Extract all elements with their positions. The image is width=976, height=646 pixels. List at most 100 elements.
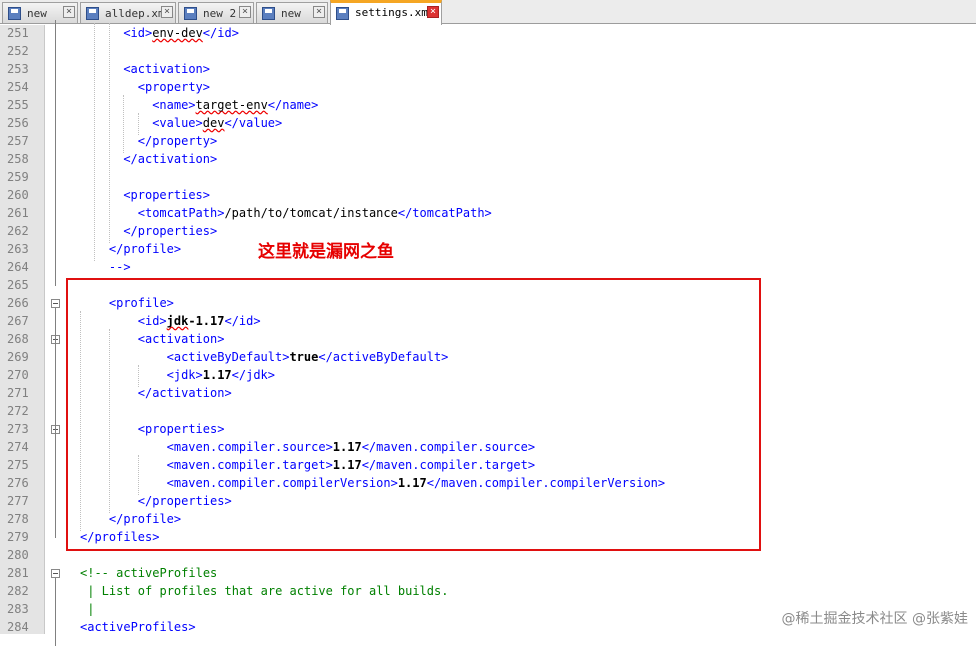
tab-4[interactable]: settings.xml × (330, 0, 442, 25)
fold-connector (55, 308, 56, 538)
highlight-box (66, 278, 761, 551)
tab-label: new (27, 7, 47, 20)
line-number: 261 (7, 206, 29, 220)
line-number: 253 (7, 62, 29, 76)
code-line[interactable]: 259 (0, 169, 976, 187)
line-number: 259 (7, 170, 29, 184)
line-number: 275 (7, 458, 29, 472)
close-tab-icon[interactable]: × (427, 6, 439, 18)
line-number: 277 (7, 494, 29, 508)
line-number: 251 (7, 26, 29, 40)
watermark-text: @稀土掘金技术社区 @张紫娃 (781, 611, 968, 627)
code-line[interactable]: 262 </properties> (0, 223, 976, 241)
xml-tag: </value> (224, 116, 283, 130)
tab-bar: new × alldep.xml × new 2 × new × settings.xml × (0, 0, 976, 25)
xml-tag: <properties> (123, 188, 211, 202)
close-tab-icon[interactable]: × (239, 6, 251, 18)
tab-label: new 2 (203, 7, 237, 20)
line-number: 280 (7, 548, 29, 562)
line-number: 265 (7, 278, 29, 292)
xml-value: target-env (195, 98, 268, 112)
tab-2[interactable]: new 2 × (178, 2, 254, 23)
line-number: 278 (7, 512, 29, 526)
code-text: <activeProfiles> (80, 620, 196, 634)
tab-1[interactable]: alldep.xml × (80, 2, 176, 23)
line-number: 262 (7, 224, 29, 238)
line-number: 271 (7, 386, 29, 400)
line-number: 269 (7, 350, 29, 364)
close-tab-icon[interactable]: × (161, 6, 173, 18)
xml-tag: <id> (123, 26, 153, 40)
close-tab-icon[interactable]: × (63, 6, 75, 18)
code-line[interactable]: 252 (0, 43, 976, 61)
code-line[interactable]: 256 <value>dev</value> (0, 115, 976, 133)
line-number: 283 (7, 602, 29, 616)
code-text: --> (109, 260, 131, 274)
line-number: 281 (7, 566, 29, 580)
code-line[interactable]: 257 </property> (0, 133, 976, 151)
line-number: 284 (7, 620, 29, 634)
line-number: 254 (7, 80, 29, 94)
save-icon (8, 7, 21, 20)
code-text: </activation> (123, 152, 217, 166)
code-text: </properties> (123, 224, 217, 238)
indent-guide (108, 329, 110, 513)
xml-tag: </id> (202, 26, 239, 40)
indent-guide (137, 365, 139, 387)
code-text: | (80, 602, 94, 616)
line-number: 274 (7, 440, 29, 454)
code-text: <!-- activeProfiles (80, 566, 217, 580)
code-text: </profile> (109, 242, 181, 256)
tab-label: new (281, 7, 301, 20)
xml-tag: </tomcatPath> (397, 206, 492, 220)
code-line[interactable]: 251 <id>env-dev</id> (0, 25, 976, 43)
xml-tag: </properties> (123, 224, 218, 238)
annotation-text: 这里就是漏网之鱼 (258, 242, 394, 262)
xml-tag: --> (108, 260, 131, 274)
xml-tag: <tomcatPath> (137, 206, 225, 220)
fold-minus-icon[interactable] (51, 569, 60, 578)
xml-comment: | List of profiles that are active for a… (80, 584, 449, 598)
xml-tag: </name> (267, 98, 319, 112)
fold-minus-icon[interactable] (51, 299, 60, 308)
line-number: 255 (7, 98, 29, 112)
xml-tag: <property> (137, 80, 210, 94)
line-number: 264 (7, 260, 29, 274)
xml-value: env-dev (152, 26, 203, 40)
code-line[interactable]: 254 <property> (0, 79, 976, 97)
code-line[interactable]: 264 --> (0, 259, 976, 277)
line-number: 257 (7, 134, 29, 148)
tab-0[interactable]: new × (2, 2, 78, 23)
indent-guide (80, 311, 81, 531)
code-text: </property> (138, 134, 217, 148)
save-icon (336, 7, 349, 20)
indent-guide (137, 113, 139, 135)
code-line[interactable]: 282 | List of profiles that are active f… (0, 583, 976, 601)
xml-tag: </property> (137, 134, 218, 148)
xml-tag: <value> (152, 116, 203, 130)
code-line[interactable]: 258 </activation> (0, 151, 976, 169)
xml-value: dev (202, 116, 225, 130)
code-line[interactable]: 255 <name>target-env</name> (0, 97, 976, 115)
xml-tag: <name> (152, 98, 196, 112)
code-line[interactable]: 263 </profile> (0, 241, 976, 259)
tab-label: settings.xml (355, 6, 435, 19)
code-line[interactable]: 260 <properties> (0, 187, 976, 205)
indent-guide (137, 455, 139, 495)
line-number: 273 (7, 422, 29, 436)
indent-guide (108, 23, 110, 243)
code-text: <properties> (123, 188, 210, 202)
tab-3[interactable]: new × (256, 2, 328, 23)
xml-comment: <!-- activeProfiles (80, 566, 218, 580)
indent-guide (123, 95, 125, 153)
line-number: 258 (7, 152, 29, 166)
line-number: 268 (7, 332, 29, 346)
line-number: 256 (7, 116, 29, 130)
xml-tag: <activation> (123, 62, 211, 76)
code-line[interactable]: 261 <tomcatPath>/path/to/tomcat/instance<… (0, 205, 976, 223)
code-line[interactable]: 253 <activation> (0, 61, 976, 79)
xml-value: /path/to/tomcat/instance (224, 206, 398, 220)
code-line[interactable]: 281 <!-- activeProfiles (0, 565, 976, 583)
close-tab-icon[interactable]: × (313, 6, 325, 18)
code-text: <id>env-dev</id> (123, 26, 239, 40)
